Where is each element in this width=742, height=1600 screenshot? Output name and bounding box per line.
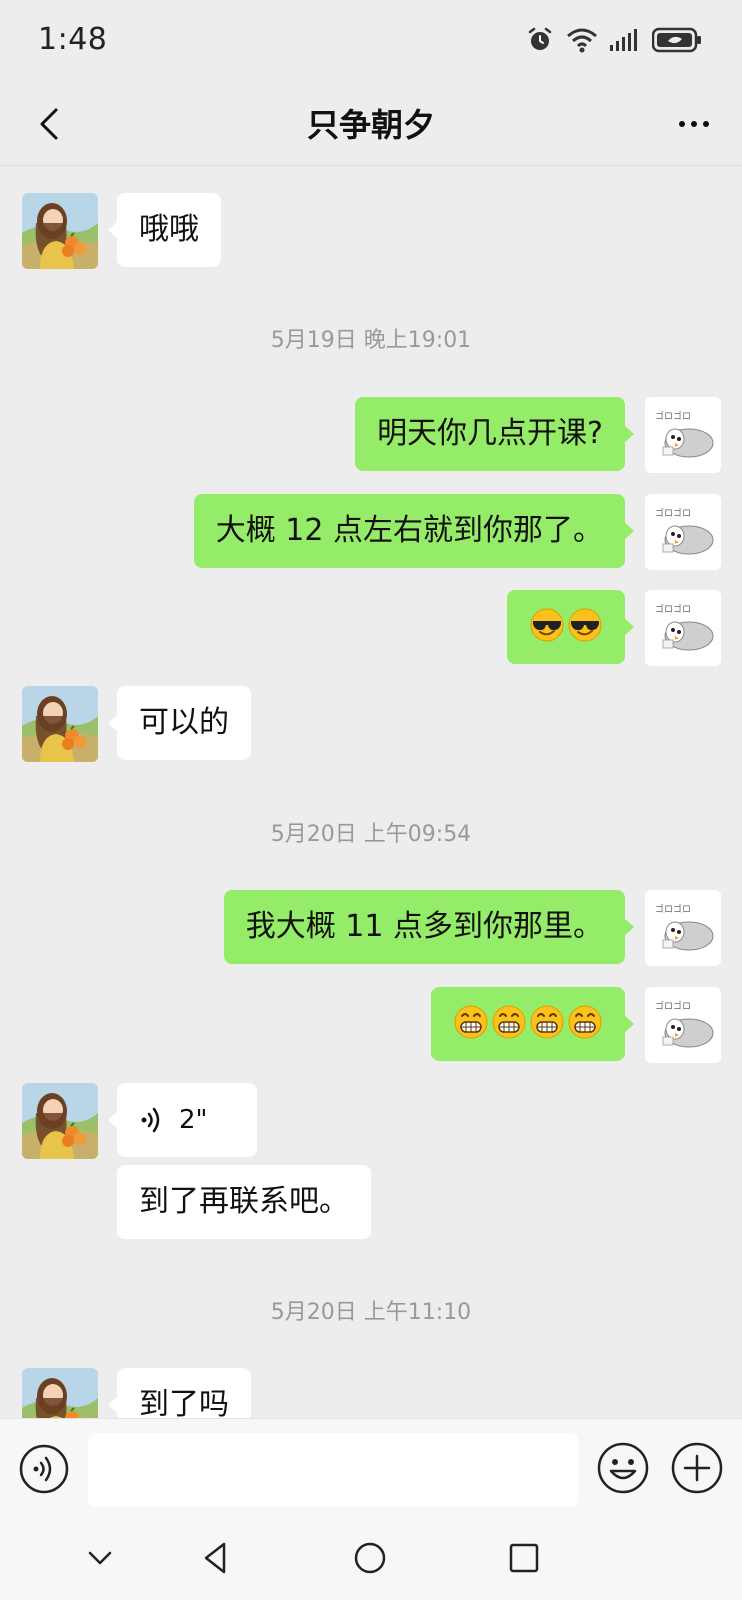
nav-back-icon[interactable] bbox=[194, 1536, 238, 1580]
my-avatar[interactable] bbox=[645, 494, 721, 570]
wifi-icon bbox=[567, 28, 597, 53]
my-avatar[interactable] bbox=[645, 590, 721, 666]
more-functions-plus-icon[interactable] bbox=[670, 1441, 724, 1495]
my-avatar[interactable] bbox=[645, 890, 721, 966]
incoming-message[interactable]: 到了吗 bbox=[108, 1368, 251, 1418]
nav-home-icon[interactable] bbox=[348, 1536, 392, 1580]
chat-screen: 1:48 只争朝夕 哦哦 5月19日 晚上19:01 明天你几点开课? 大概 1… bbox=[0, 0, 742, 1600]
voice-message[interactable]: 2" bbox=[108, 1083, 257, 1157]
status-bar: 1:48 bbox=[0, 0, 742, 84]
my-avatar[interactable] bbox=[645, 987, 721, 1063]
incoming-message[interactable]: 可以的 bbox=[108, 686, 251, 760]
grin-emoji-icon bbox=[491, 1004, 527, 1040]
my-avatar[interactable] bbox=[645, 397, 721, 473]
input-bar bbox=[0, 1418, 742, 1522]
alarm-icon bbox=[528, 27, 552, 50]
contact-avatar[interactable] bbox=[22, 1083, 98, 1159]
voice-duration: 2" bbox=[179, 1105, 208, 1135]
grin-emoji-icon bbox=[567, 1004, 603, 1040]
more-options-icon[interactable] bbox=[668, 98, 720, 150]
voice-wave-icon bbox=[141, 1107, 160, 1133]
sunglasses-emoji-icon bbox=[567, 607, 603, 643]
system-navigation-bar bbox=[0, 1522, 742, 1600]
timestamp: 5月20日 上午11:10 bbox=[270, 1300, 472, 1325]
outgoing-emoji-message[interactable] bbox=[507, 590, 634, 664]
grin-emoji-icon bbox=[453, 1004, 489, 1040]
signal-icon bbox=[610, 29, 637, 51]
contact-avatar[interactable] bbox=[22, 1368, 98, 1418]
outgoing-message[interactable]: 我大概 11 点多到你那里。 bbox=[223, 890, 635, 964]
status-time: 1:48 bbox=[38, 22, 108, 57]
chat-header: 只争朝夕 bbox=[0, 84, 742, 166]
grin-emoji-icon bbox=[529, 1004, 565, 1040]
nav-recents-icon[interactable] bbox=[502, 1536, 546, 1580]
outgoing-message[interactable]: 明天你几点开课? bbox=[355, 397, 634, 471]
battery-icon bbox=[652, 27, 701, 53]
incoming-message[interactable]: 到了再联系吧。 bbox=[117, 1165, 371, 1239]
message-list[interactable]: 哦哦 5月19日 晚上19:01 明天你几点开课? 大概 12 点左右就到你那了… bbox=[0, 166, 742, 1418]
contact-avatar[interactable] bbox=[22, 193, 98, 269]
chat-title: 只争朝夕 bbox=[306, 106, 435, 144]
voice-input-icon[interactable] bbox=[18, 1443, 70, 1495]
hide-keyboard-chevron-icon[interactable] bbox=[78, 1536, 122, 1580]
sunglasses-emoji-icon bbox=[529, 607, 565, 643]
emoji-picker-icon[interactable] bbox=[596, 1441, 650, 1495]
timestamp: 5月19日 晚上19:01 bbox=[270, 328, 472, 353]
contact-avatar[interactable] bbox=[22, 686, 98, 762]
incoming-message[interactable]: 哦哦 bbox=[108, 193, 221, 267]
timestamp: 5月20日 上午09:54 bbox=[270, 822, 472, 847]
message-input[interactable] bbox=[88, 1433, 578, 1507]
outgoing-message[interactable]: 大概 12 点左右就到你那了。 bbox=[193, 494, 635, 568]
status-icons bbox=[526, 26, 702, 54]
outgoing-emoji-message[interactable] bbox=[431, 987, 634, 1061]
